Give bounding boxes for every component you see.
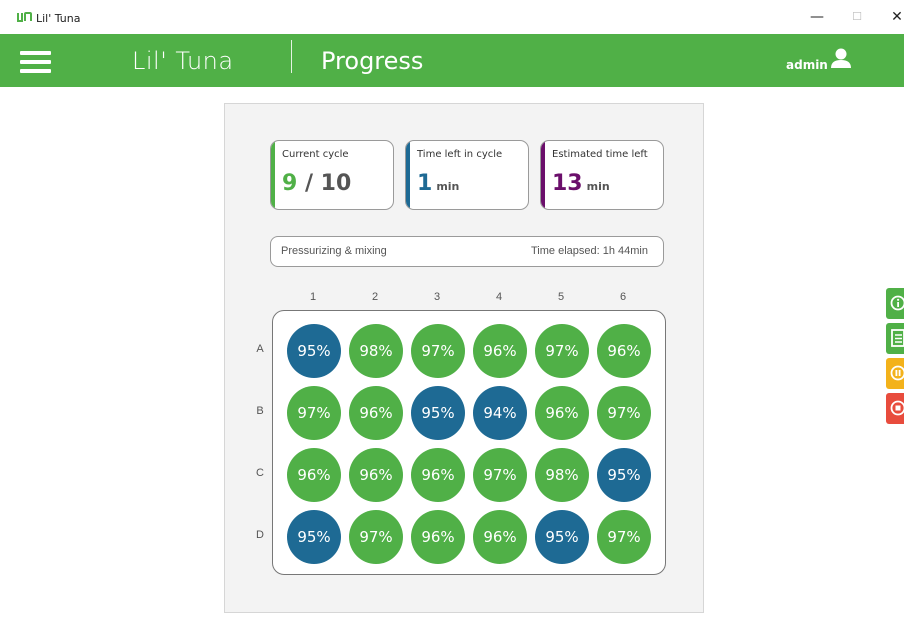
plate-column-label: 3 [433,291,441,303]
plate-well[interactable]: 96% [349,386,403,440]
estimated-time-left-card: Estimated time left 13 min [540,140,664,210]
card-accent [406,141,410,209]
total-cycles-value: 10 [320,171,352,196]
plate-column-label: 6 [619,291,627,303]
close-button[interactable]: ✕ [883,6,904,28]
plate-well[interactable]: 96% [349,448,403,502]
plate-well[interactable]: 97% [535,324,589,378]
plate-well[interactable]: 97% [597,386,651,440]
maximize-button[interactable]: ☐ [843,6,871,28]
app-brand: Lil' Tuna [132,47,234,75]
plate-well[interactable]: 95% [597,448,651,502]
stop-icon [890,400,904,416]
plate-well[interactable]: 94% [473,386,527,440]
document-icon [891,329,904,347]
plate-well[interactable]: 96% [411,448,465,502]
plate-row-label: B [256,405,264,417]
status-phase: Pressurizing & mixing [281,245,387,257]
plate-row-label: D [256,529,264,541]
plate-well[interactable]: 95% [535,510,589,564]
card-label: Time left in cycle [417,149,503,160]
plate-well[interactable]: 96% [535,386,589,440]
app-logo-icon [17,12,32,22]
progress-panel: Current cycle 9 / 10 Time left in cycle … [224,103,704,613]
plate-well[interactable]: 97% [473,448,527,502]
time-unit: min [586,180,610,193]
plate-column-label: 1 [309,291,317,303]
status-bar: Pressurizing & mixing Time elapsed: 1h 4… [270,236,664,267]
pause-button[interactable] [886,358,904,389]
plate-well[interactable]: 96% [473,510,527,564]
current-cycle-value: 9 [282,171,298,196]
window-titlebar: Lil' Tuna — ☐ ✕ [0,0,904,34]
menu-icon[interactable] [20,51,51,73]
window-title: Lil' Tuna [36,12,81,25]
plate-column-label: 4 [495,291,503,303]
current-cycle-card: Current cycle 9 / 10 [270,140,394,210]
info-icon [890,295,904,311]
plate-row-label: A [256,343,264,355]
plate-well[interactable]: 98% [535,448,589,502]
plate-well[interactable]: 96% [411,510,465,564]
log-button[interactable] [886,323,904,354]
header-divider [291,40,292,73]
plate-column-label: 2 [371,291,379,303]
time-unit: min [436,180,460,193]
plate-well[interactable]: 96% [597,324,651,378]
plate-well[interactable]: 97% [287,386,341,440]
card-accent [541,141,545,209]
plate-well[interactable]: 96% [287,448,341,502]
user-icon[interactable] [830,47,852,69]
plate-well[interactable]: 97% [597,510,651,564]
time-elapsed: Time elapsed: 1h 44min [531,245,648,257]
stop-button[interactable] [886,393,904,424]
plate-well[interactable]: 98% [349,324,403,378]
time-left-cycle-card: Time left in cycle 1 min [405,140,529,210]
page-title: Progress [321,47,424,75]
time-left-cycle-value: 1 [417,171,433,196]
app-header: Lil' Tuna Progress admin [0,34,904,87]
card-accent [271,141,275,209]
card-value: 13 min [552,171,610,196]
user-name[interactable]: admin [786,58,828,72]
plate-row-label: C [256,467,264,479]
pause-icon [890,365,904,381]
card-label: Estimated time left [552,149,648,160]
plate-well[interactable]: 95% [411,386,465,440]
card-value: 1 min [417,171,459,196]
plate-well[interactable]: 97% [349,510,403,564]
plate-well[interactable]: 95% [287,510,341,564]
plate-well[interactable]: 97% [411,324,465,378]
plate-well[interactable]: 96% [473,324,527,378]
plate-well[interactable]: 95% [287,324,341,378]
estimated-time-left-value: 13 [552,171,583,196]
cycle-separator: / [297,171,321,196]
plate-column-label: 5 [557,291,565,303]
minimize-button[interactable]: — [803,6,831,28]
card-label: Current cycle [282,149,349,160]
info-button[interactable] [886,288,904,319]
card-value: 9 / 10 [282,171,351,196]
well-plate: 95% 98% 97% 96% 97% 96% 97% 96% 95% 94% 96% 97% 96% 9… [272,310,666,575]
